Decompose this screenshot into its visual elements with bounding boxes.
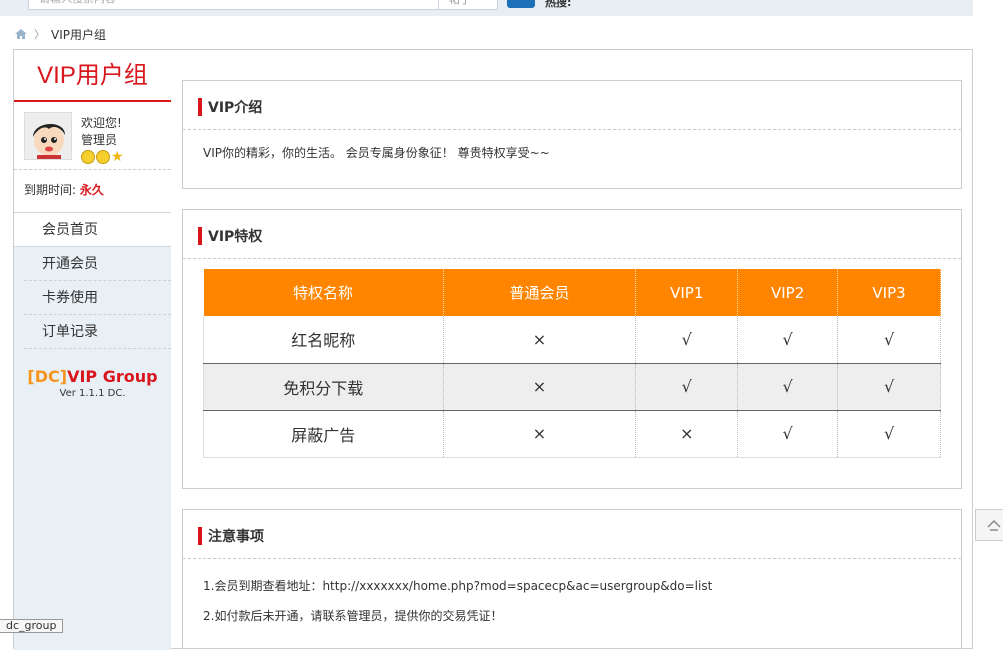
breadcrumb-separator: 〉 (34, 28, 45, 41)
notes-panel: 注意事项 1.会员到期查看地址：http://xxxxxxx/home.php?… (182, 509, 962, 649)
expire-label: 到期时间: (24, 183, 77, 197)
home-icon[interactable] (14, 28, 28, 40)
privilege-name: 红名昵称 (203, 316, 444, 364)
sidebar: VIP用户组 欢迎您! 管理员 ★ 到期时间: 永久 会员首页 开通会员 卡券使… (14, 50, 171, 650)
table-cell: √ (837, 363, 941, 411)
panel-header: VIP介绍 (183, 81, 961, 130)
privilege-name: 屏蔽广告 (203, 410, 444, 458)
column-header: 特权名称 (203, 269, 444, 316)
table-cell: √ (737, 410, 839, 458)
user-level-icons: ★ (81, 150, 125, 164)
username[interactable]: 管理员 (81, 132, 122, 149)
search-type-select[interactable]: 帖子 (438, 0, 498, 10)
expire-value: 永久 (79, 183, 104, 197)
table-cell: √ (737, 316, 839, 364)
title-accent-bar (198, 227, 202, 245)
sidebar-title: VIP用户组 (14, 50, 171, 102)
plugin-version: Ver 1.1.1 DC. (59, 388, 126, 399)
panel-title: VIP介绍 (208, 100, 263, 116)
panel-header: 注意事项 (183, 510, 961, 559)
smiley-icon (81, 150, 95, 164)
title-accent-bar (198, 527, 202, 545)
table-row: 红名昵称 × √ √ √ (203, 316, 941, 364)
table-cell: × (443, 316, 637, 364)
sidebar-item-coupon-use[interactable]: 卡券使用 (24, 281, 171, 315)
top-search-bar: 请输入搜索内容 帖子 热搜: (0, 0, 973, 16)
column-header: VIP2 (737, 269, 839, 316)
brand-prefix: [DC] (27, 367, 68, 386)
scroll-to-top-button[interactable] (975, 509, 1003, 541)
table-cell: × (443, 363, 637, 411)
sidebar-menu: 会员首页 开通会员 卡券使用 订单记录 (14, 213, 171, 349)
sidebar-item-order-records[interactable]: 订单记录 (24, 315, 171, 349)
vip-intro-panel: VIP介绍 VIP你的精彩，你的生活。 会员专属身份象征！ 尊贵特权享受~~ (182, 80, 962, 189)
breadcrumb: 〉 VIP用户组 (14, 26, 106, 42)
table-cell: × (443, 410, 637, 458)
table-cell: √ (635, 363, 739, 411)
table-cell: √ (737, 363, 839, 411)
table-cell: √ (837, 316, 941, 364)
column-header: VIP3 (837, 269, 941, 316)
sidebar-header: VIP用户组 欢迎您! 管理员 ★ 到期时间: 永久 (14, 50, 171, 213)
sidebar-item-open-membership[interactable]: 开通会员 (24, 247, 171, 281)
user-info: 欢迎您! 管理员 ★ (14, 102, 171, 170)
welcome-label: 欢迎您! (81, 116, 122, 130)
panel-title: 注意事项 (208, 529, 264, 545)
table-row: 屏蔽广告 × × √ √ (203, 410, 941, 458)
hot-search-label: 热搜: (545, 0, 572, 9)
search-button[interactable] (507, 0, 535, 8)
plugin-brand: [DC]VIP Group (14, 367, 171, 386)
privilege-name: 免积分下载 (203, 363, 444, 411)
welcome-text: 欢迎您! 管理员 (81, 115, 122, 149)
sidebar-item-member-home[interactable]: 会员首页 (14, 213, 171, 247)
expire-info: 到期时间: 永久 (14, 170, 171, 210)
list-item: 2.如付款后未开通，请联系管理员，提供你的交易凭证！ (203, 609, 503, 623)
list-item: 1.会员到期查看地址：http://xxxxxxx/home.php?mod=s… (203, 579, 713, 593)
panel-title: VIP特权 (208, 229, 263, 245)
breadcrumb-current[interactable]: VIP用户组 (51, 26, 106, 43)
notes-list: 1.会员到期查看地址：http://xxxxxxx/home.php?mod=s… (183, 559, 961, 643)
search-input[interactable]: 请输入搜索内容 (28, 0, 440, 10)
title-accent-bar (198, 98, 202, 116)
panel-header: VIP特权 (183, 210, 961, 259)
vip-privileges-panel: VIP特权 特权名称 普通会员 VIP1 VIP2 VIP3 红名昵称 × √ … (182, 209, 962, 489)
privileges-table: 特权名称 普通会员 VIP1 VIP2 VIP3 红名昵称 × √ √ √ 免积… (203, 269, 941, 458)
column-header: 普通会员 (443, 269, 637, 316)
table-cell: × (635, 410, 739, 458)
avatar[interactable] (24, 112, 72, 160)
brand-name: VIP Group (67, 367, 158, 386)
table-header-row: 特权名称 普通会员 VIP1 VIP2 VIP3 (203, 269, 941, 316)
vip-intro-text: VIP你的精彩，你的生活。 会员专属身份象征！ 尊贵特权享受~~ (203, 146, 550, 160)
table-cell: √ (635, 316, 739, 364)
table-cell: √ (837, 410, 941, 458)
smiley-icon (96, 150, 110, 164)
column-header: VIP1 (635, 269, 739, 316)
arrow-up-icon (987, 519, 1001, 531)
table-row: 免积分下载 × √ √ √ (203, 363, 941, 411)
star-icon: ★ (111, 149, 124, 165)
